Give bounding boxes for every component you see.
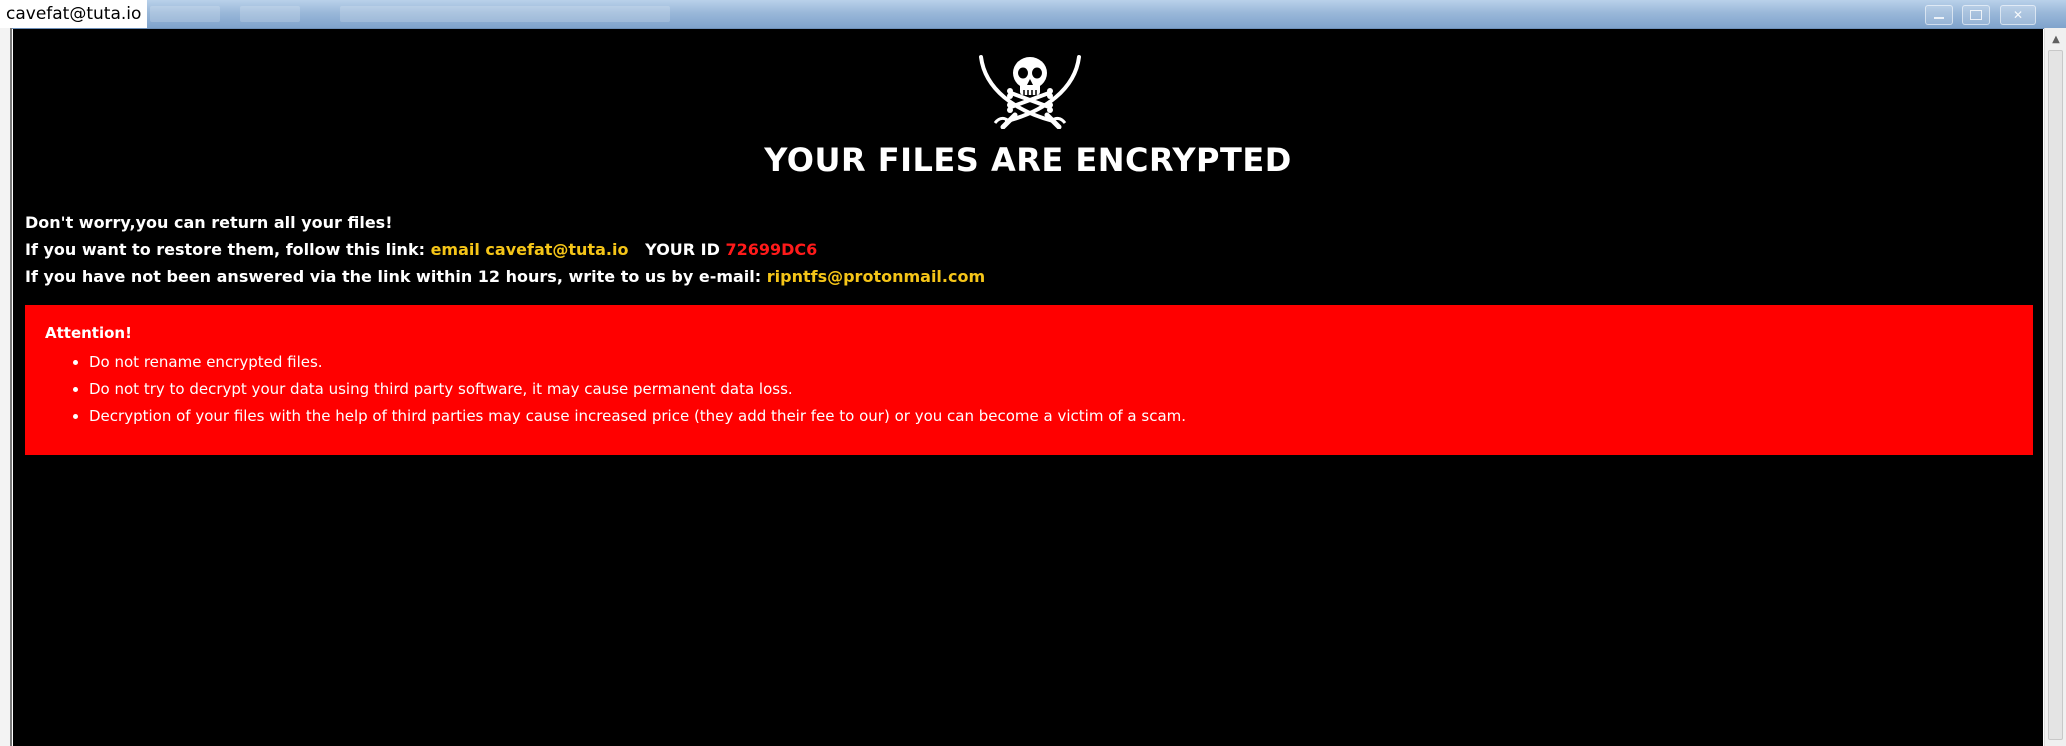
window-titlebar[interactable]: cavefat@tuta.io [0,0,2066,29]
blurred-titlebar-area [150,6,220,22]
maximize-icon[interactable] [1962,5,1990,25]
attention-list: Do not rename encrypted files. Do not tr… [45,349,2013,430]
fallback-instruction-text: If you have not been answered via the li… [25,267,762,286]
message-line-3: If you have not been answered via the li… [25,267,985,287]
skull-and-crossed-swords-icon [979,55,1081,129]
attention-panel: Attention! Do not rename encrypted files… [25,305,2033,455]
message-line-2: If you want to restore them, follow this… [25,240,817,260]
attention-item: Do not try to decrypt your data using th… [89,376,2013,403]
scrollbar-thumb[interactable] [2048,50,2063,740]
restore-email-link[interactable]: email cavefat@tuta.io [431,240,629,259]
ransom-note-page: YOUR FILES ARE ENCRYPTED Don't worry,you… [13,29,2043,746]
fallback-email[interactable]: ripntfs@protonmail.com [767,267,985,286]
id-label: YOUR ID [645,240,720,259]
window-frame-left [0,28,12,746]
victim-id: 72699DC6 [725,240,818,259]
page-headline: YOUR FILES ARE ENCRYPTED [764,141,1292,179]
message-line-1-text: Don't worry,you can return all your file… [25,213,393,232]
minimize-icon[interactable] [1925,5,1953,25]
blurred-titlebar-area [240,6,300,22]
restore-instruction-text: If you want to restore them, follow this… [25,240,425,259]
attention-title: Attention! [45,324,132,342]
vertical-scrollbar[interactable]: ▲ [2044,28,2066,746]
message-line-1: Don't worry,you can return all your file… [25,213,392,233]
chevron-up-icon[interactable]: ▲ [2048,32,2064,48]
attention-item: Decryption of your files with the help o… [89,403,2013,430]
blurred-titlebar-area [340,6,670,22]
window-title: cavefat@tuta.io [0,0,148,28]
close-icon[interactable] [2000,5,2036,25]
attention-item: Do not rename encrypted files. [89,349,2013,376]
